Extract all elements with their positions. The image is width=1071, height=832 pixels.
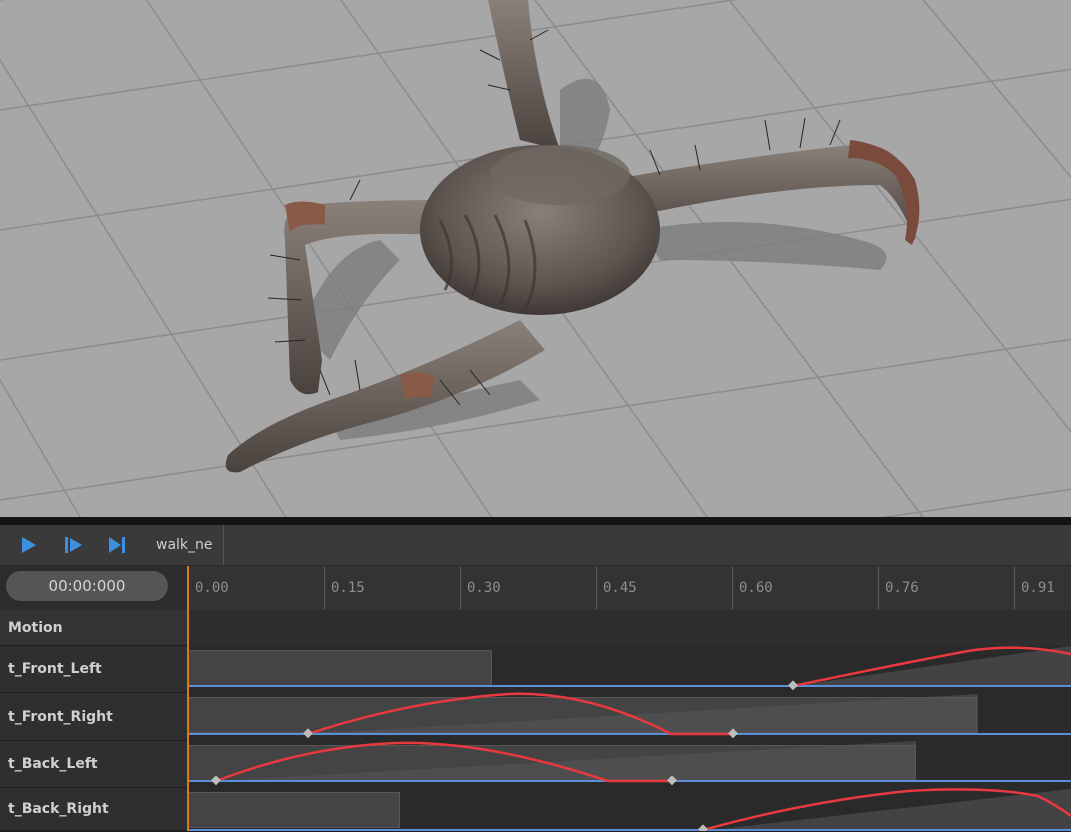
- track-label-back-left[interactable]: t_Back_Left: [0, 741, 188, 788]
- weight-ramp: [308, 694, 978, 734]
- weight-ramp: [793, 646, 1071, 686]
- ruler-tick-label: 0.45: [603, 580, 637, 596]
- skip-to-end-icon: [109, 537, 125, 553]
- motion-row-label[interactable]: Motion: [0, 610, 188, 646]
- time-ruler[interactable]: 0.00 0.15 0.30 0.45 0.60 0.76 0.91: [188, 566, 1071, 611]
- viewport-divider[interactable]: [0, 517, 1071, 525]
- step-forward-icon: [65, 537, 82, 553]
- timecode-display[interactable]: 00:00:000: [6, 571, 168, 601]
- ruler-tick: 0.76: [878, 566, 919, 610]
- 3d-viewport[interactable]: [0, 0, 1071, 517]
- ruler-tick-label: 0.00: [195, 580, 229, 596]
- ruler-tick-label: 0.76: [885, 580, 919, 596]
- skip-to-end-button[interactable]: [106, 535, 128, 555]
- ruler-tick: 0.30: [460, 566, 501, 610]
- playhead[interactable]: [187, 566, 189, 831]
- ruler-tick: 0.60: [732, 566, 773, 610]
- ruler-tick-label: 0.15: [331, 580, 365, 596]
- timeline-panel: 00:00:000 0.00 0.15 0.30 0.45 0.60 0.76 …: [0, 566, 1071, 832]
- scene-render: [0, 0, 1071, 517]
- keyframe: [211, 775, 221, 786]
- keyframe: [303, 728, 313, 739]
- track-label-front-left[interactable]: t_Front_Left: [0, 646, 188, 693]
- ruler-tick: 0.15: [324, 566, 365, 610]
- weight-ramp: [703, 789, 1071, 831]
- ruler-tick: 0.91: [1014, 566, 1055, 610]
- ruler-tick-label: 0.91: [1021, 580, 1055, 596]
- keyframe: [698, 824, 708, 831]
- timecode-area: 00:00:000: [0, 566, 188, 610]
- motion-track[interactable]: [188, 610, 1071, 647]
- track-label-front-right[interactable]: t_Front_Right: [0, 693, 188, 741]
- keyframe: [788, 680, 798, 691]
- playback-toolbar: walk_ne: [0, 525, 1071, 566]
- ruler-tick: 0.45: [596, 566, 637, 610]
- weight-ramp: [216, 741, 916, 781]
- track-label-back-right[interactable]: t_Back_Right: [0, 788, 188, 831]
- ruler-tick-label: 0.60: [739, 580, 773, 596]
- animation-name[interactable]: walk_ne: [148, 525, 224, 565]
- ruler-tick-label: 0.30: [467, 580, 501, 596]
- play-icon: [22, 537, 36, 553]
- curve-overlay: [188, 646, 1071, 831]
- play-button[interactable]: [18, 535, 40, 555]
- step-forward-button[interactable]: [62, 535, 84, 555]
